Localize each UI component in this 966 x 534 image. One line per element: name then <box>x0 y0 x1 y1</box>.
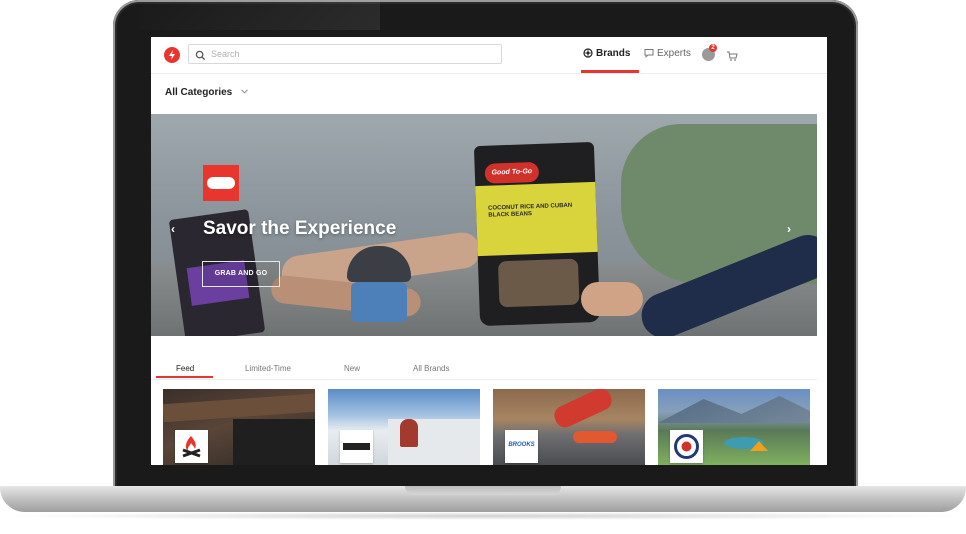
chevron-down-icon <box>241 89 248 94</box>
feed-tabs: Feed Limited-Time New All Brands <box>151 357 817 380</box>
card-image-detail <box>658 396 810 423</box>
hero-brand-logo <box>203 165 239 201</box>
feed-card[interactable]: BROOKS <box>493 389 645 465</box>
nav-brands-active-indicator <box>581 70 639 73</box>
active-tab-indicator <box>156 376 213 378</box>
brooks-logo: BROOKS <box>505 430 538 463</box>
top-bar: Brands Experts 2 <box>151 37 827 74</box>
all-categories-dropdown[interactable]: All Categories <box>165 87 248 98</box>
big-agnes-logo <box>670 430 703 463</box>
hero-hand <box>581 282 643 316</box>
campfire-icon <box>175 430 208 463</box>
tab-new[interactable]: New <box>344 364 360 373</box>
tab-all-brands[interactable]: All Brands <box>413 364 449 373</box>
app-logo-icon[interactable] <box>164 47 180 63</box>
feed-card[interactable] <box>328 389 480 465</box>
card-image-detail <box>163 393 315 423</box>
search-icon <box>195 48 206 66</box>
search-field[interactable] <box>188 44 502 64</box>
brooks-logo-text: BROOKS <box>508 442 535 448</box>
brand-logo-mark <box>207 177 235 189</box>
compass-icon <box>583 48 593 58</box>
notification-badge: 2 <box>709 44 717 52</box>
logo-bar <box>343 443 370 450</box>
card-image-detail <box>551 389 615 431</box>
nav-brands-label: Brands <box>596 48 631 59</box>
nav-experts-label: Experts <box>657 48 691 59</box>
screen: Brands Experts 2 All Categories Good To-… <box>151 37 827 465</box>
feed-card[interactable] <box>163 389 315 465</box>
nav-brands[interactable]: Brands <box>583 48 630 59</box>
hero-title: Savor the Experience <box>203 218 397 239</box>
card-image-detail <box>400 419 418 447</box>
feed-card[interactable] <box>658 389 810 465</box>
carousel-next-icon[interactable]: › <box>787 222 791 236</box>
screen-glare <box>140 0 380 30</box>
pouch-brand-logo: Good To-Go <box>484 161 540 184</box>
laptop-notch <box>405 486 561 495</box>
chat-icon <box>644 49 654 58</box>
bike-brand-logo <box>340 430 373 463</box>
pouch-window <box>497 258 580 308</box>
carousel-prev-icon[interactable]: ‹ <box>171 222 175 236</box>
card-image-detail <box>573 431 617 443</box>
nav-experts[interactable]: Experts <box>644 48 691 59</box>
hero-banner[interactable]: Good To-Go COCONUT RICE AND CUBAN BLACK … <box>151 114 817 336</box>
tab-feed[interactable]: Feed <box>176 364 194 373</box>
categories-label: All Categories <box>165 87 233 98</box>
card-image-detail <box>233 419 315 465</box>
hero-fuel-canister <box>351 282 407 322</box>
grab-and-go-button[interactable]: GRAB AND GO <box>202 261 280 287</box>
search-input[interactable] <box>211 47 491 61</box>
tab-limited-time[interactable]: Limited-Time <box>245 364 291 373</box>
cart-icon[interactable] <box>726 49 738 67</box>
